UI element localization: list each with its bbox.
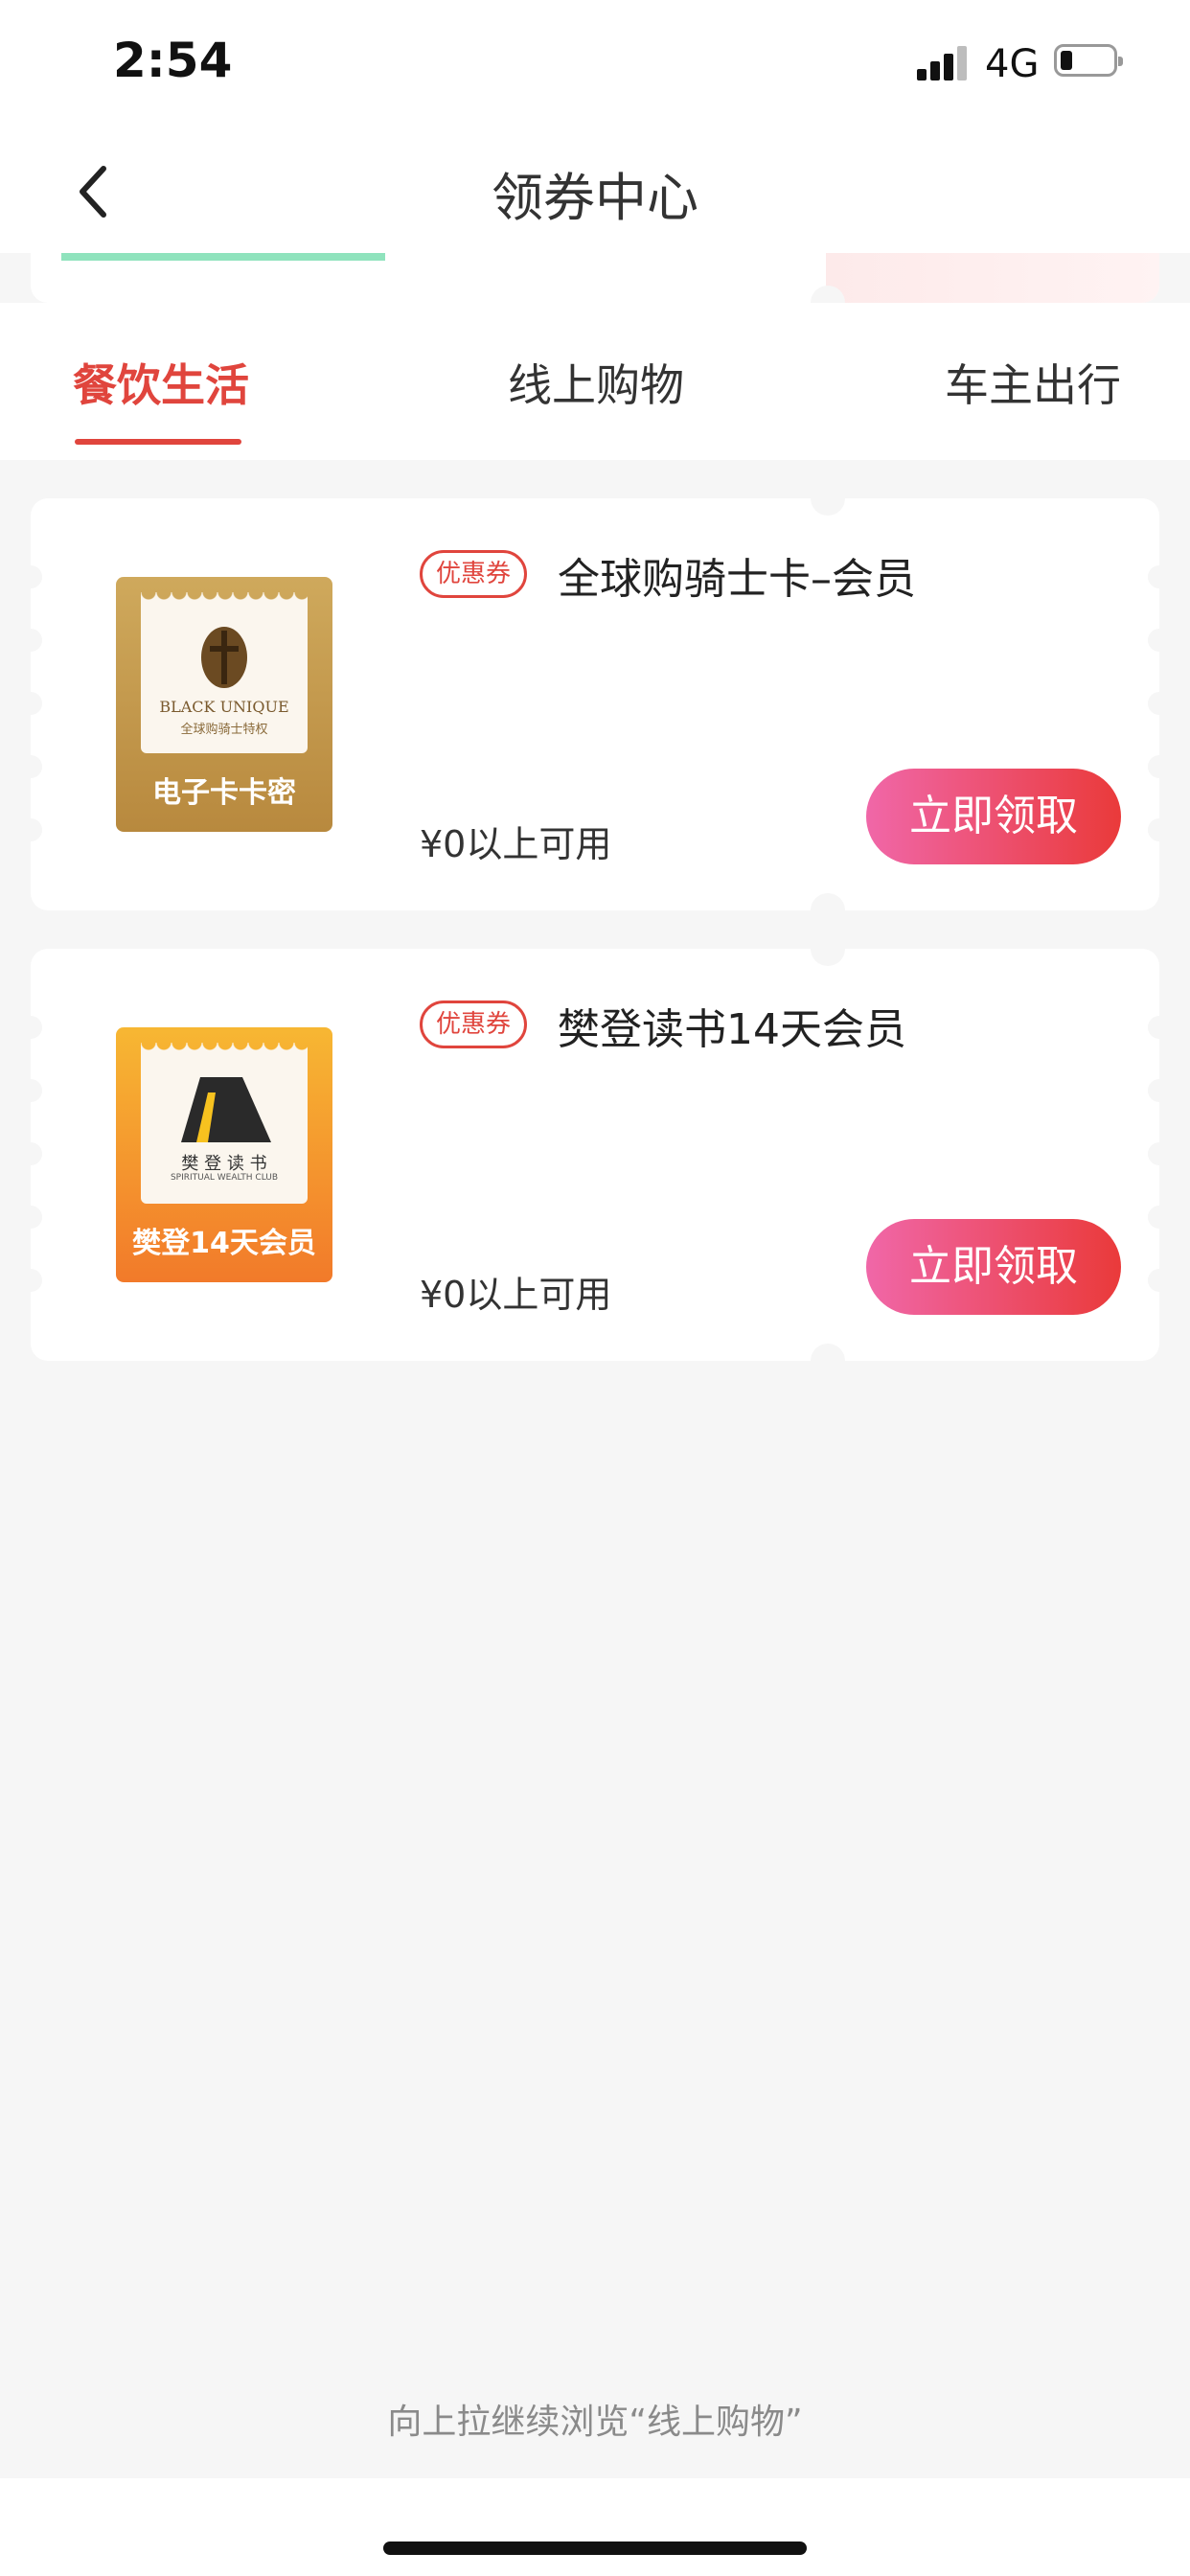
thumb-brand: 樊 登 读 书	[181, 1154, 267, 1174]
thumb-label: 电子卡卡密	[152, 776, 296, 810]
home-indicator[interactable]	[383, 2542, 807, 2555]
active-tab-indicator	[75, 439, 241, 445]
coupon-card: 樊 登 读 书 SPIRITUAL WEALTH CLUB 樊登14天会员 优惠…	[19, 932, 1171, 1378]
coupon-thumbnail: BLACK UNIQUE 全球购骑士特权 电子卡卡密	[116, 577, 332, 832]
knight-logo-icon	[201, 627, 247, 688]
claim-button[interactable]: 立即领取	[866, 1219, 1121, 1315]
tab-online-shopping[interactable]: 线上购物	[508, 351, 684, 414]
tab-dining-life[interactable]: 餐饮生活	[73, 351, 249, 414]
banner-edge	[826, 253, 1159, 303]
coupon-tag-badge: 优惠券	[420, 1000, 528, 1048]
coupon-title: 樊登读书14天会员	[558, 1005, 906, 1054]
bottom-safe-area	[0, 2478, 1190, 2576]
thumb-subtitle: 全球购骑士特权	[180, 723, 268, 737]
coupon-title: 全球购骑士卡–会员	[558, 555, 916, 604]
battery-icon	[1054, 44, 1123, 77]
claim-button[interactable]: 立即领取	[866, 769, 1121, 864]
category-tabs: 餐饮生活 线上购物 车主出行	[0, 303, 1190, 460]
coupon-thumbnail: 樊 登 读 书 SPIRITUAL WEALTH CLUB 樊登14天会员	[116, 1027, 332, 1282]
status-time: 2:54	[113, 33, 233, 88]
tab-car-travel[interactable]: 车主出行	[945, 351, 1121, 414]
coupon-card: BLACK UNIQUE 全球购骑士特权 电子卡卡密 优惠券 全球购骑士卡–会员…	[19, 481, 1171, 928]
fandeng-logo-icon	[181, 1077, 271, 1142]
status-bar: 2:54 4G	[0, 0, 1190, 125]
coupon-tag-badge: 优惠券	[420, 550, 528, 598]
pull-up-hint: 向上拉继续浏览“线上购物”	[387, 2403, 803, 2442]
network-type: 4G	[985, 42, 1040, 86]
page-title: 领券中心	[492, 168, 698, 228]
navigation-bar: 领券中心	[0, 125, 1190, 253]
progress-bar-edge	[61, 253, 385, 261]
previous-card-edge	[31, 253, 1159, 303]
thumb-subtitle: SPIRITUAL WEALTH CLUB	[170, 1173, 279, 1183]
signal-icon	[917, 46, 971, 80]
thumb-brand: BLACK UNIQUE	[159, 698, 289, 716]
thumb-label: 樊登14天会员	[132, 1227, 316, 1260]
coupon-condition: ¥0以上可用	[420, 1274, 612, 1316]
coupon-condition: ¥0以上可用	[420, 823, 612, 865]
